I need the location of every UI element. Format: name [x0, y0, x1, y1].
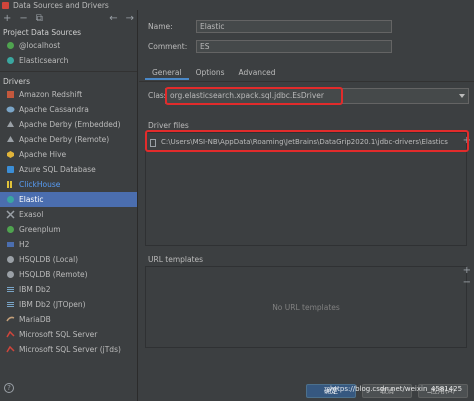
exasol-icon: [5, 210, 15, 220]
mariadb-icon: [5, 315, 15, 325]
app-icon: [2, 1, 9, 9]
left-toolbar: + − ⧉ ← →: [0, 10, 137, 26]
add-url-template-icon[interactable]: +: [463, 266, 471, 276]
driver-item-amazon-redshift[interactable]: Amazon Redshift: [0, 87, 137, 102]
comment-field[interactable]: ES: [196, 40, 392, 53]
driver-item-hsqldb-remote[interactable]: HSQLDB (Remote): [0, 267, 137, 282]
elastic-icon: [5, 195, 15, 205]
driver-item-elastic[interactable]: Elastic: [0, 192, 137, 207]
back-icon[interactable]: ←: [109, 13, 117, 24]
h2-icon: [5, 240, 15, 250]
database-icon: [5, 41, 15, 51]
divider: [0, 71, 137, 72]
drivers-title: Drivers: [3, 77, 30, 86]
driver-item-apache-derby-embedded[interactable]: Apache Derby (Embedded): [0, 117, 137, 132]
hive-icon: [5, 150, 15, 160]
remove-url-template-icon[interactable]: −: [463, 278, 471, 288]
greenplum-icon: [5, 225, 15, 235]
url-templates-actions: + −: [463, 266, 471, 288]
chevron-down-icon[interactable]: [459, 94, 465, 98]
clickhouse-icon: [5, 180, 15, 190]
no-url-templates-text: No URL templates: [272, 303, 340, 312]
driver-item-microsoft-sql-server-jtds[interactable]: Microsoft SQL Server (jTds): [0, 342, 137, 357]
name-label: Name:: [148, 22, 173, 31]
sqlserver-icon: [5, 330, 15, 340]
forward-icon[interactable]: →: [126, 13, 134, 24]
driver-item-clickhouse[interactable]: ClickHouse: [0, 177, 137, 192]
driver-item-apache-derby-remote[interactable]: Apache Derby (Remote): [0, 132, 137, 147]
driver-item-apache-hive[interactable]: Apache Hive: [0, 147, 137, 162]
url-templates-list[interactable]: No URL templates: [145, 266, 467, 348]
class-highlight-box: [165, 87, 343, 105]
derby-icon: [5, 135, 15, 145]
tabs-divider: [139, 81, 474, 82]
tab-general[interactable]: General: [145, 67, 189, 80]
hsqldb-icon: [5, 270, 15, 280]
left-pane: + − ⧉ ← → Project Data Sources @localhos…: [0, 10, 138, 401]
derby-icon: [5, 120, 15, 130]
cassandra-icon: [5, 105, 15, 115]
driver-item-exasol[interactable]: Exasol: [0, 207, 137, 222]
driver-files-label: Driver files: [148, 121, 189, 130]
driver-item-mariadb[interactable]: MariaDB: [0, 312, 137, 327]
watermark: https://blog.csdn.net/weixin_4581425: [330, 385, 463, 393]
tab-advanced[interactable]: Advanced: [232, 67, 283, 80]
tab-options[interactable]: Options: [189, 67, 232, 80]
driver-item-h2[interactable]: H2: [0, 237, 137, 252]
project-data-sources-title: Project Data Sources: [3, 28, 82, 37]
add-icon[interactable]: +: [3, 13, 11, 24]
elastic-icon: [5, 56, 15, 66]
tab-bar: General Options Advanced: [145, 67, 283, 80]
copy-icon[interactable]: ⧉: [36, 13, 43, 24]
url-templates-label: URL templates: [148, 255, 204, 264]
remove-icon[interactable]: −: [19, 13, 27, 24]
ibm-icon: [5, 300, 15, 310]
redshift-icon: [5, 90, 15, 100]
project-item-localhost[interactable]: @localhost: [0, 38, 137, 53]
project-item-elasticsearch[interactable]: Elasticsearch: [0, 53, 137, 68]
driver-item-apache-cassandra[interactable]: Apache Cassandra: [0, 102, 137, 117]
hsqldb-icon: [5, 255, 15, 265]
azure-icon: [5, 165, 15, 175]
driver-item-microsoft-sql-server[interactable]: Microsoft SQL Server: [0, 327, 137, 342]
driver-item-ibm-db2[interactable]: IBM Db2: [0, 282, 137, 297]
right-pane: Name: Elastic Comment: ES General Option…: [139, 10, 474, 401]
window-title: Data Sources and Drivers: [13, 0, 109, 10]
ibm-icon: [5, 285, 15, 295]
driver-item-greenplum[interactable]: Greenplum: [0, 222, 137, 237]
sqlserver-icon: [5, 345, 15, 355]
driver-file-highlight-box: [145, 130, 469, 152]
name-field[interactable]: Elastic: [196, 20, 392, 33]
driver-item-azure-sql-database[interactable]: Azure SQL Database: [0, 162, 137, 177]
driver-item-ibm-db2-jtopen[interactable]: IBM Db2 (JTOpen): [0, 297, 137, 312]
help-icon[interactable]: ?: [4, 383, 14, 393]
comment-label: Comment:: [148, 42, 188, 51]
driver-item-hsqldb-local[interactable]: HSQLDB (Local): [0, 252, 137, 267]
title-bar: Data Sources and Drivers: [0, 0, 474, 10]
